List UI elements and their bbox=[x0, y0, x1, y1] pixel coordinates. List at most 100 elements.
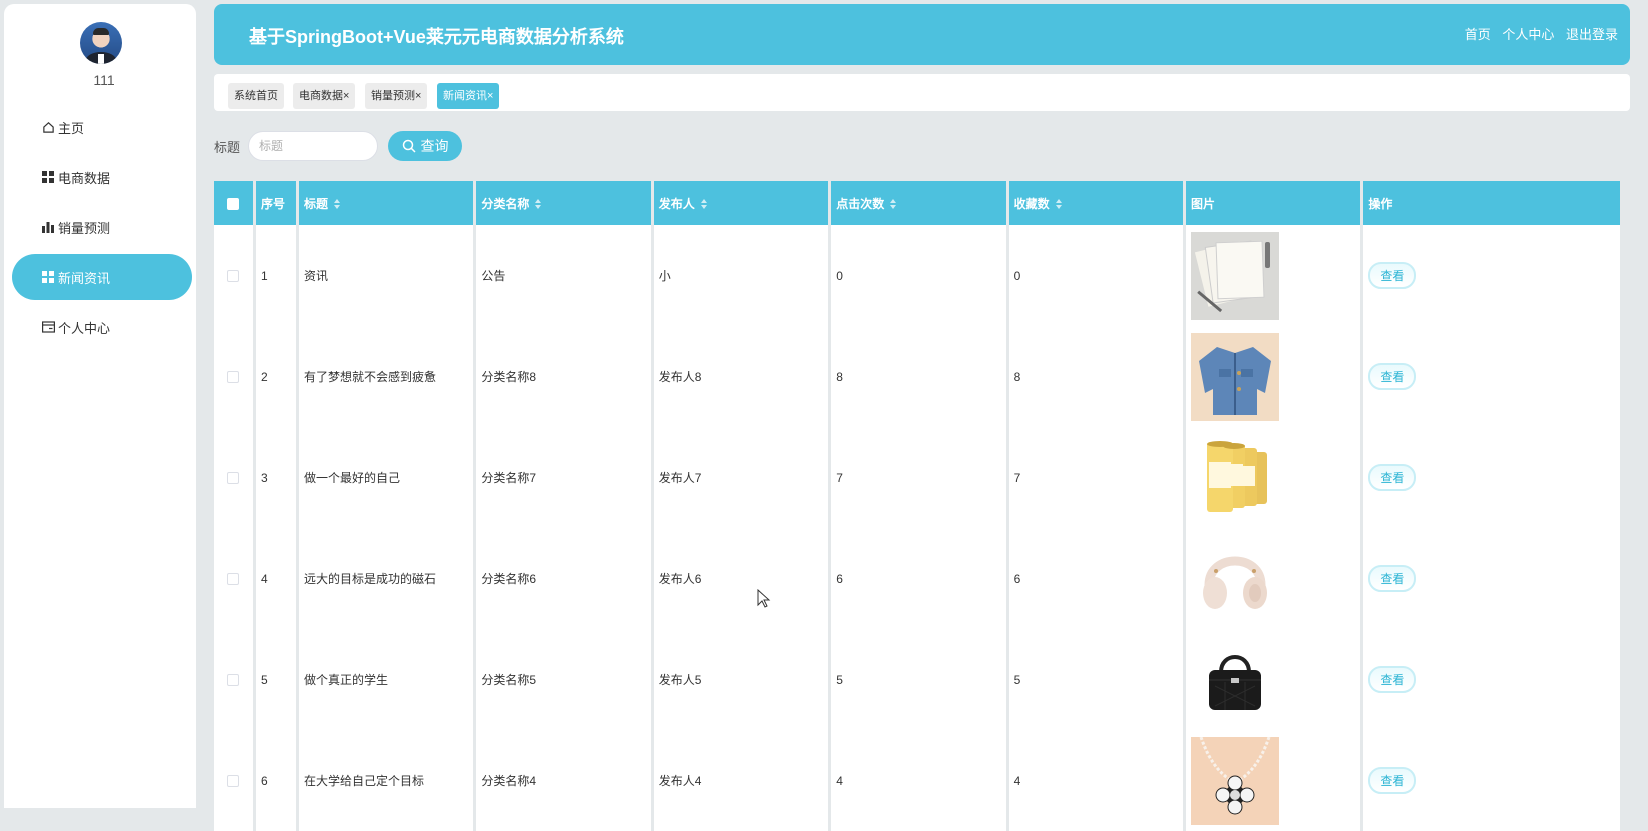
mouse-cursor-icon bbox=[757, 589, 771, 608]
grid-icon bbox=[41, 170, 55, 184]
sidebar-item-label: 电商数据 bbox=[58, 170, 111, 186]
avatar[interactable] bbox=[80, 22, 122, 64]
cell-image bbox=[1186, 528, 1361, 629]
home-link[interactable]: 首页 bbox=[1465, 27, 1491, 42]
view-button[interactable]: 查看 bbox=[1368, 464, 1417, 491]
row-checkbox[interactable] bbox=[227, 573, 240, 586]
logout-link[interactable]: 退出登录 bbox=[1566, 27, 1618, 42]
row-checkbox[interactable] bbox=[227, 472, 240, 485]
close-icon[interactable]: × bbox=[487, 90, 493, 102]
column-header-index: 序号 bbox=[255, 181, 296, 225]
column-header-category[interactable]: 分类名称 bbox=[476, 181, 651, 225]
cell-actions: 查看 bbox=[1363, 528, 1620, 629]
cell-image bbox=[1186, 730, 1361, 831]
sidebar-item-label: 主页 bbox=[58, 120, 85, 136]
cell-publisher: 发布人4 bbox=[653, 730, 829, 831]
tag-ecommerce-data[interactable]: 电商数据× bbox=[293, 83, 356, 109]
cell-image bbox=[1186, 629, 1361, 730]
cell-index: 3 bbox=[255, 427, 296, 528]
row-checkbox[interactable] bbox=[227, 371, 240, 384]
search-bar: 标题 查询 bbox=[214, 130, 463, 162]
cell-image bbox=[1186, 326, 1361, 427]
flower-necklace-image bbox=[1191, 736, 1280, 825]
column-header-publisher[interactable]: 发布人 bbox=[653, 181, 829, 225]
denim-jacket-image bbox=[1191, 332, 1280, 421]
view-button[interactable]: 查看 bbox=[1368, 767, 1417, 794]
sidebar-menu: 主页 电商数据 销量预测 新闻资讯 个人中心 bbox=[12, 104, 192, 354]
sidebar-item-home[interactable]: 主页 bbox=[12, 104, 192, 150]
view-button[interactable]: 查看 bbox=[1368, 666, 1417, 693]
view-button[interactable]: 查看 bbox=[1368, 262, 1417, 289]
news-table: 序号 标题 分类名称 发布人 点击次数 收藏数 图片 操作 1 资讯 公告小 0 0 查看… bbox=[211, 181, 1623, 831]
table-row: 1 资讯 公告小 0 0 查看 bbox=[214, 225, 1620, 326]
column-header-image: 图片 bbox=[1186, 181, 1361, 225]
column-header-actions: 操作 bbox=[1363, 181, 1620, 225]
tag-label: 销量预测 bbox=[371, 90, 415, 102]
row-checkbox[interactable] bbox=[227, 674, 240, 687]
sidebar-item-label: 新闻资讯 bbox=[58, 270, 111, 286]
row-checkbox[interactable] bbox=[227, 775, 240, 788]
sidebar-item-profile[interactable]: 个人中心 bbox=[12, 304, 192, 350]
close-icon[interactable]: × bbox=[343, 90, 349, 102]
cell-actions: 查看 bbox=[1363, 326, 1620, 427]
query-button[interactable]: 查询 bbox=[388, 131, 463, 161]
table-row: 5 做个真正的学生 分类名称5 发布人5 5 5 查看 bbox=[214, 629, 1620, 730]
view-button[interactable]: 查看 bbox=[1368, 565, 1417, 592]
view-button[interactable]: 查看 bbox=[1368, 363, 1417, 390]
sort-icon[interactable] bbox=[700, 199, 707, 210]
search-icon bbox=[402, 139, 416, 153]
profile-link[interactable]: 个人中心 bbox=[1502, 27, 1554, 42]
home-icon bbox=[41, 120, 55, 134]
sidebar-item-ecommerce-data[interactable]: 电商数据 bbox=[12, 154, 192, 200]
row-select-cell bbox=[214, 629, 253, 730]
sort-icon[interactable] bbox=[1055, 199, 1062, 210]
row-select-cell bbox=[214, 730, 253, 831]
query-button-label: 查询 bbox=[420, 138, 449, 154]
column-header-clicks[interactable]: 点击次数 bbox=[831, 181, 1006, 225]
cell-clicks: 6 bbox=[831, 528, 1006, 629]
cell-category: 分类名称7 bbox=[476, 427, 651, 528]
close-icon[interactable]: × bbox=[415, 90, 421, 102]
sidebar-item-news[interactable]: 新闻资讯 bbox=[12, 254, 192, 300]
cell-clicks: 5 bbox=[831, 629, 1006, 730]
column-header-label: 点击次数 bbox=[836, 196, 885, 211]
table-row: 2 有了梦想就不会感到疲惫 分类名称8 发布人8 8 8 查看 bbox=[214, 326, 1620, 427]
cell-actions: 查看 bbox=[1363, 730, 1620, 831]
cell-index: 1 bbox=[255, 225, 296, 326]
sort-icon[interactable] bbox=[334, 199, 340, 210]
notebooks-image bbox=[1191, 231, 1280, 320]
cell-title: 远大的目标是成功的磁石 bbox=[298, 528, 474, 629]
cell-publisher: 小 bbox=[653, 225, 829, 326]
tag-label: 电商数据 bbox=[299, 90, 343, 102]
column-header-favorites[interactable]: 收藏数 bbox=[1008, 181, 1184, 225]
cell-actions: 查看 bbox=[1363, 629, 1620, 730]
sort-icon[interactable] bbox=[535, 199, 542, 210]
table-row: 6 在大学给自己定个目标 分类名称4 发布人4 4 4 查看 bbox=[214, 730, 1620, 831]
headphones-image bbox=[1191, 534, 1280, 623]
tag-news[interactable]: 新闻资讯× bbox=[437, 83, 500, 109]
cell-index: 2 bbox=[255, 326, 296, 427]
sidebar-item-label: 销量预测 bbox=[58, 220, 111, 236]
sidebar: 111 主页 电商数据 销量预测 新闻资讯 个人中心 bbox=[4, 4, 196, 808]
column-header-title[interactable]: 标题 bbox=[298, 181, 474, 225]
table-header-row: 序号 标题 分类名称 发布人 点击次数 收藏数 图片 操作 bbox=[214, 181, 1620, 225]
cell-title: 有了梦想就不会感到疲惫 bbox=[298, 326, 474, 427]
cell-index: 4 bbox=[255, 528, 296, 629]
sort-icon[interactable] bbox=[890, 199, 897, 210]
column-header-label: 标题 bbox=[303, 196, 328, 211]
select-all-cell bbox=[214, 181, 253, 225]
bar-chart-icon bbox=[41, 220, 55, 234]
tag-sales-forecast[interactable]: 销量预测× bbox=[365, 83, 428, 109]
tags-bar: 系统首页 电商数据× 销量预测× 新闻资讯× bbox=[214, 74, 1630, 111]
select-all-checkbox[interactable] bbox=[227, 197, 240, 210]
row-checkbox[interactable] bbox=[227, 270, 240, 283]
app-title: 基于SpringBoot+Vue莱元元电商数据分析系统 bbox=[249, 27, 624, 47]
title-search-input[interactable] bbox=[248, 131, 379, 161]
cell-favorites: 0 bbox=[1008, 225, 1184, 326]
tag-system-home[interactable]: 系统首页 bbox=[228, 83, 284, 109]
sidebar-item-sales-forecast[interactable]: 销量预测 bbox=[12, 204, 192, 250]
cell-clicks: 8 bbox=[831, 326, 1006, 427]
cell-index: 6 bbox=[255, 730, 296, 831]
cell-favorites: 6 bbox=[1008, 528, 1184, 629]
cell-title: 在大学给自己定个目标 bbox=[298, 730, 474, 831]
